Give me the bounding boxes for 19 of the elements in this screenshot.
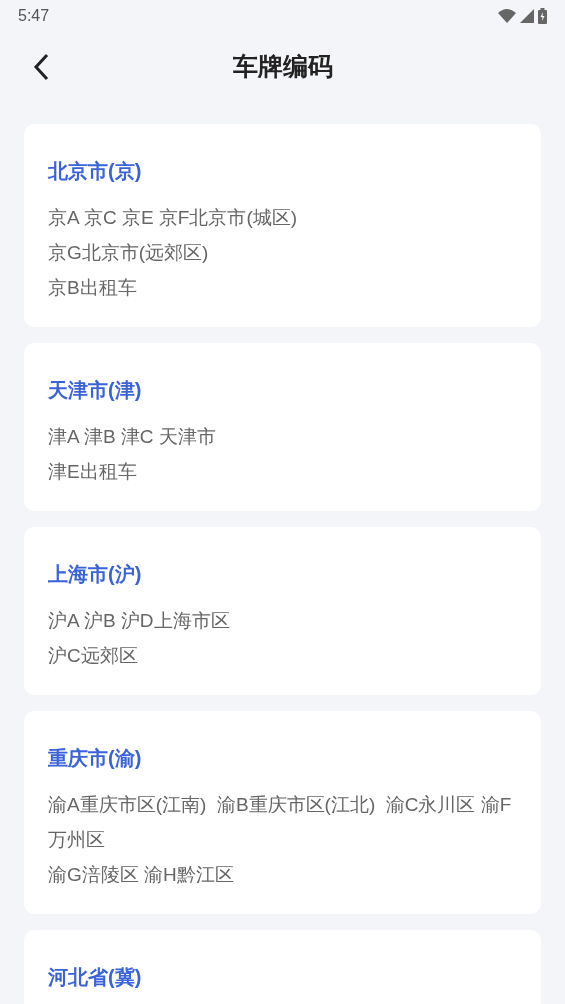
plate-code-line: 京G北京市(远郊区) — [48, 241, 210, 265]
region-title: 天津市(津) — [48, 378, 143, 403]
wifi-icon — [498, 9, 516, 23]
plate-code-line: 京A 京C 京E 京F北京市(城区) — [48, 206, 299, 230]
plate-code-line: 京B出租车 — [48, 276, 138, 300]
region-title: 上海市(沪) — [48, 562, 143, 587]
page-title: 车牌编码 — [232, 51, 333, 83]
region-title: 北京市(京) — [48, 159, 143, 184]
plate-code-line: 沪A 沪B 沪D上海市区 — [48, 609, 231, 633]
region-title: 重庆市(渝) — [48, 746, 143, 771]
plate-code-line: 沪C远郊区 — [48, 644, 139, 668]
battery-icon — [538, 8, 547, 24]
status-time: 5:47 — [18, 6, 50, 26]
plate-code-line: 渝A重庆市区(江南) 渝B重庆市区(江北) 渝C永川区 渝F万州区 — [48, 793, 513, 852]
plate-code-line: 津E出租车 — [48, 460, 138, 484]
region-title: 河北省(冀) — [48, 965, 143, 990]
plate-code-line: 津A 津B 津C 天津市 — [48, 425, 217, 449]
plate-code-line: 渝G涪陵区 渝H黔江区 — [48, 863, 235, 887]
signal-icon — [520, 9, 534, 23]
